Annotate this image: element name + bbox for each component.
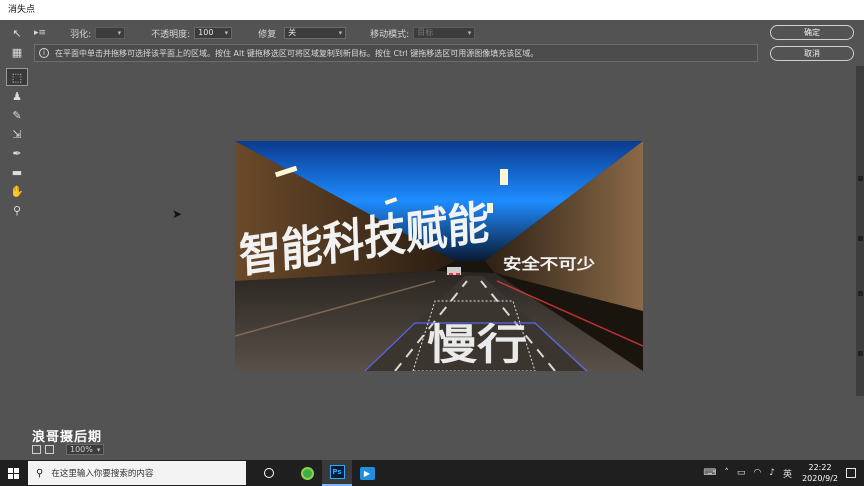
clock-time: 22:22 bbox=[808, 463, 832, 472]
hand-icon: ✋ bbox=[10, 184, 24, 198]
fit-view-icon[interactable] bbox=[32, 445, 41, 454]
mouse-cursor-icon: ➤ bbox=[172, 207, 183, 221]
info-bar: i 在平面中单击并拖移可选择该平面上的区域。按住 Alt 键拖移选区可将区域复制… bbox=[34, 44, 758, 62]
create-plane-tool[interactable]: ▦ bbox=[6, 43, 28, 61]
marquee-icon: ⬚ bbox=[11, 70, 23, 84]
photoshop-icon: Ps bbox=[329, 465, 345, 479]
zoom-icon: ⚲ bbox=[12, 203, 22, 217]
feather-field[interactable]: ▾ bbox=[95, 27, 126, 39]
brush-icon: ✎ bbox=[12, 108, 22, 122]
status-bar: 100% ▾ bbox=[32, 444, 105, 455]
cancel-button[interactable]: 取消 bbox=[770, 46, 854, 61]
chevron-down-icon: ▾ bbox=[467, 29, 472, 37]
chrome-icon bbox=[300, 466, 314, 480]
actual-size-icon[interactable] bbox=[45, 445, 54, 454]
move-mode-label: 移动模式: bbox=[370, 29, 410, 40]
edit-plane-icon: ↖ bbox=[12, 26, 22, 40]
eyedropper-icon: ✒ bbox=[12, 146, 22, 160]
feather-label: 羽化: bbox=[70, 29, 92, 40]
vanishing-point-dialog: ↖ ▦ ⬚ ♟ ✎ ⇲ ✒ ▬ ✋ ⚲ ▸≡ 羽化: ▾ 不透明度: 100 ▾ … bbox=[0, 20, 864, 460]
zoom-tool[interactable]: ⚲ bbox=[6, 201, 28, 219]
stamp-tool[interactable]: ♟ bbox=[6, 87, 28, 105]
chevron-down-icon: ▾ bbox=[224, 29, 229, 37]
marquee-tool[interactable]: ⬚ bbox=[6, 68, 28, 86]
task-view-button[interactable] bbox=[254, 460, 284, 486]
chevron-down-icon: ▾ bbox=[96, 445, 101, 454]
zoom-select[interactable]: 100% ▾ bbox=[66, 444, 105, 455]
ime-icon[interactable]: 英 bbox=[783, 467, 792, 480]
info-message: 在平面中单击并拖移可选择该平面上的区域。按住 Alt 键拖移选区可将区域复制到新… bbox=[55, 48, 539, 58]
wifi-icon[interactable]: ◠ bbox=[753, 468, 761, 478]
measure-tool[interactable]: ▬ bbox=[6, 163, 28, 181]
opacity-field[interactable]: 100 ▾ bbox=[194, 27, 233, 39]
taskbar: ⚲ 在这里输入你要搜索的内容 Ps ▶ ⌨ ˄ ▭ ◠ ♪ 英 22:22 20… bbox=[0, 460, 864, 486]
cortana-icon bbox=[264, 468, 274, 478]
transform-icon: ⇲ bbox=[12, 127, 22, 141]
keyboard-icon[interactable]: ⌨ bbox=[703, 468, 716, 478]
tool-menu-icon[interactable]: ▸≡ bbox=[34, 28, 46, 38]
right-scrollbar[interactable] bbox=[856, 66, 864, 396]
brush-tool[interactable]: ✎ bbox=[6, 106, 28, 124]
watermark-text: 浪哥摄后期 bbox=[32, 430, 103, 445]
heal-select[interactable]: 关 ▾ bbox=[284, 27, 347, 39]
taskbar-search[interactable]: ⚲ 在这里输入你要搜索的内容 bbox=[28, 461, 246, 485]
move-mode-select[interactable]: 目标 ▾ bbox=[413, 27, 476, 39]
transform-tool[interactable]: ⇲ bbox=[6, 125, 28, 143]
clock[interactable]: 22:22 2020/9/2 bbox=[802, 462, 838, 484]
search-icon: ⚲ bbox=[36, 467, 44, 479]
edit-plane-tool[interactable]: ↖ bbox=[6, 24, 28, 42]
window-title: 消失点 bbox=[0, 0, 864, 20]
ok-button[interactable]: 确定 bbox=[770, 25, 854, 40]
opacity-label: 不透明度: bbox=[151, 29, 191, 40]
video-app-icon: ▶ bbox=[359, 466, 375, 480]
stamp-icon: ♟ bbox=[12, 89, 22, 103]
volume-icon[interactable]: ♪ bbox=[769, 468, 775, 478]
taskbar-app-video[interactable]: ▶ bbox=[352, 460, 382, 486]
taskbar-app-chrome[interactable] bbox=[292, 460, 322, 486]
measure-icon: ▬ bbox=[11, 165, 23, 179]
road-text: 慢行 bbox=[427, 320, 527, 369]
eyedropper-tool[interactable]: ✒ bbox=[6, 144, 28, 162]
clock-date: 2020/9/2 bbox=[802, 474, 838, 483]
windows-icon bbox=[7, 467, 19, 479]
notification-icon[interactable] bbox=[846, 468, 856, 478]
battery-icon[interactable]: ▭ bbox=[737, 468, 746, 478]
create-plane-icon: ▦ bbox=[11, 45, 23, 59]
canvas-image[interactable]: 智能科技赋能 安全不可少 慢行 bbox=[235, 141, 643, 371]
info-icon: i bbox=[39, 48, 49, 58]
options-bar: ▸≡ 羽化: ▾ 不透明度: 100 ▾ 修复 关 ▾ 移动模式: 目标 ▾ bbox=[34, 25, 476, 41]
tool-panel: ↖ ▦ ⬚ ♟ ✎ ⇲ ✒ ▬ ✋ ⚲ bbox=[6, 24, 28, 220]
start-button[interactable] bbox=[0, 460, 26, 486]
chevron-down-icon: ▾ bbox=[117, 29, 122, 37]
search-placeholder: 在这里输入你要搜索的内容 bbox=[51, 469, 154, 479]
heal-label: 修复 bbox=[258, 29, 277, 40]
taskbar-app-photoshop[interactable]: Ps bbox=[322, 460, 352, 486]
tagline-text: 安全不可少 bbox=[503, 255, 595, 273]
chevron-down-icon: ▾ bbox=[338, 29, 343, 37]
chevron-up-icon[interactable]: ˄ bbox=[724, 468, 729, 478]
tunnel-photo: 智能科技赋能 安全不可少 慢行 bbox=[235, 141, 643, 371]
hand-tool[interactable]: ✋ bbox=[6, 182, 28, 200]
